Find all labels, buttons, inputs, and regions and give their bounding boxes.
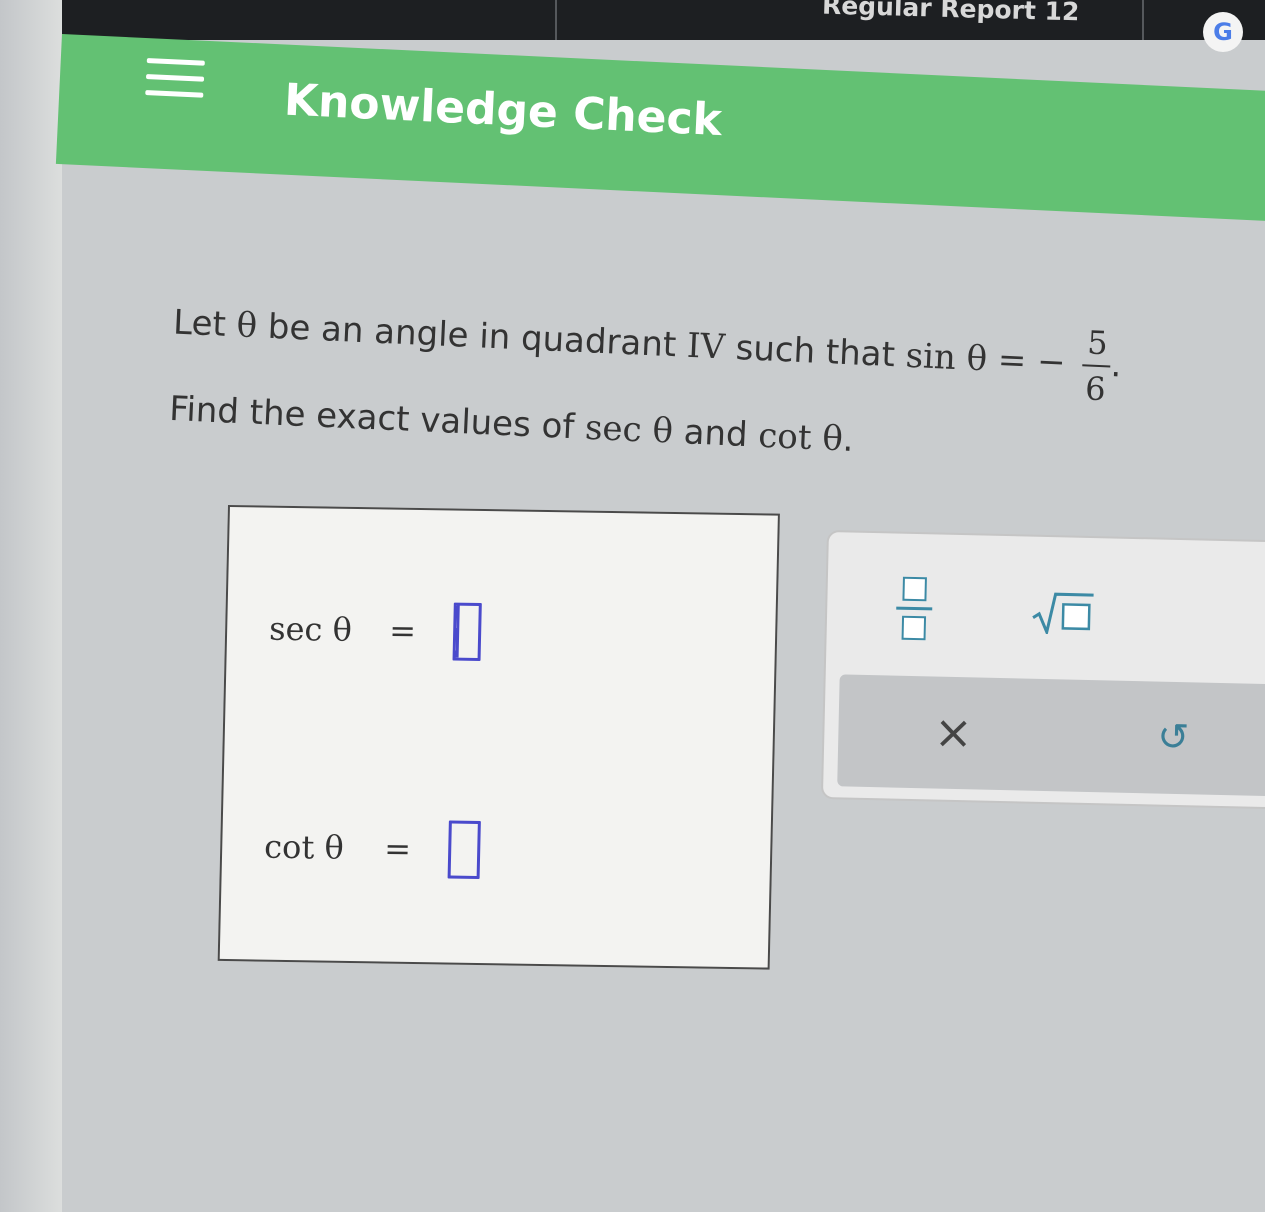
math-toolpanel: × ↺ <box>820 530 1265 810</box>
question-line-1: Let θ be an angle in quadrant IV such th… <box>171 285 1253 412</box>
question-text-fragment: Find the exact values of <box>168 388 587 448</box>
fraction-icon <box>896 576 933 640</box>
question-text-fragment: and <box>671 411 760 456</box>
square-root-icon <box>1031 590 1096 636</box>
equals-sign: = <box>388 611 417 650</box>
question-text-fragment: such that <box>723 327 907 376</box>
toolpanel-action-row: × ↺ <box>837 674 1265 797</box>
question-text-fragment: . <box>841 419 855 460</box>
cot-expression: cot θ <box>757 415 844 460</box>
cot-answer-input[interactable] <box>447 820 481 879</box>
clear-button[interactable]: × <box>918 696 990 768</box>
quadrant-label: IV <box>686 325 726 368</box>
content-area: Let θ be an angle in quadrant IV such th… <box>0 0 1265 1212</box>
undo-icon: ↺ <box>1156 716 1190 759</box>
question-text-fragment: Let <box>172 302 238 346</box>
sec-answer-label: sec θ <box>268 609 353 649</box>
undo-button[interactable]: ↺ <box>1138 701 1210 773</box>
close-icon: × <box>933 704 974 760</box>
sec-answer-row: sec θ = <box>269 600 482 661</box>
fraction-value: 56 <box>1081 323 1113 409</box>
cot-answer-row: cot θ = <box>264 818 481 879</box>
cot-answer-label: cot θ <box>263 827 345 867</box>
sin-expression: sin θ <box>904 335 989 380</box>
equals-negative: = − <box>986 339 1078 384</box>
question-text-fragment: be an angle in quadrant <box>256 306 688 366</box>
theta-symbol: θ <box>235 305 259 347</box>
question-text: Let θ be an angle in quadrant IV such th… <box>168 285 1253 479</box>
answer-box: sec θ = cot θ = <box>217 505 780 970</box>
question-text-fragment: . <box>1109 345 1123 386</box>
fraction-button[interactable] <box>878 567 950 649</box>
sec-answer-input[interactable] <box>452 602 482 661</box>
square-root-button[interactable] <box>1022 576 1104 648</box>
sec-expression: sec θ <box>584 407 674 452</box>
fraction-denominator: 6 <box>1084 369 1107 409</box>
equals-sign: = <box>383 829 412 868</box>
fraction-numerator: 5 <box>1082 323 1113 368</box>
